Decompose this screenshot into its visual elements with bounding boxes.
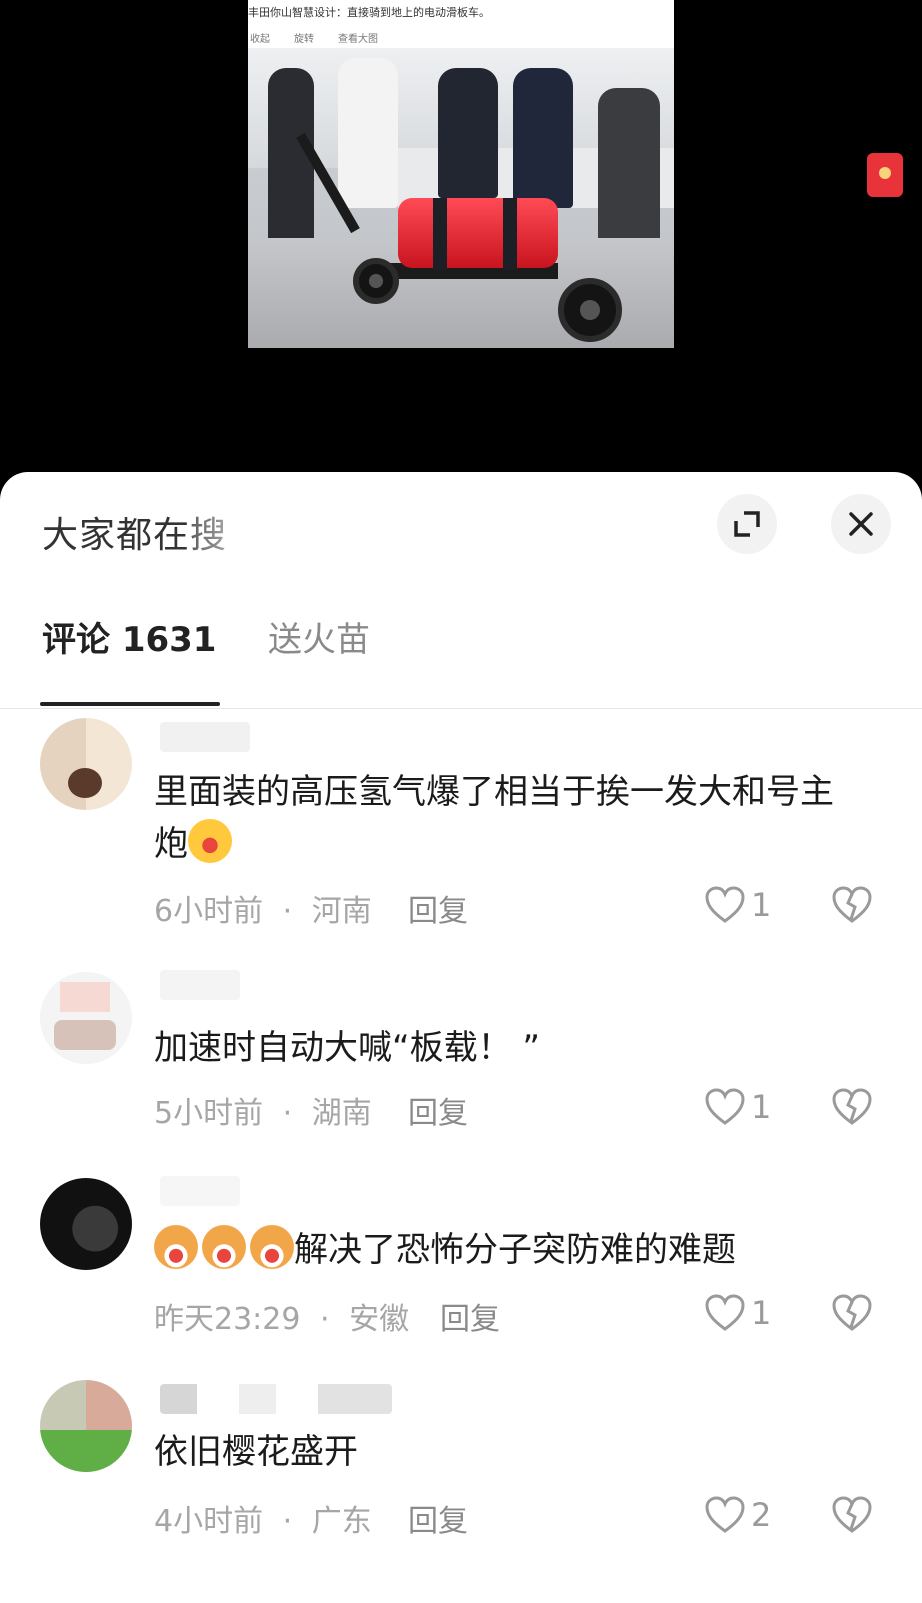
dislike-button[interactable] xyxy=(832,886,872,928)
comment-body: 里面装的高压氢气爆了相当于挨一发大和号主炮 xyxy=(154,772,834,864)
meta-separator: · xyxy=(282,1096,293,1131)
dislike-button[interactable] xyxy=(832,1496,872,1538)
comment-meta: 5小时前 · 湖南 回复 xyxy=(154,1088,468,1132)
comment-sheet: 大家都在搜 评论 1631 送火苗 里面装的高压氢气爆了相当于挨一发大和号主炮 … xyxy=(0,472,922,1603)
heart-icon xyxy=(705,1496,745,1533)
shiba-emoji-icon xyxy=(250,1225,294,1269)
post-caption: 丰田你山智慧设计：直接骑到地上的电动滑板车。 xyxy=(248,6,490,19)
like-button[interactable]: 1 xyxy=(705,1088,771,1126)
comment-time: 6小时前 xyxy=(154,894,264,929)
meta-separator: · xyxy=(282,1504,293,1539)
username-blurred[interactable] xyxy=(160,1384,392,1414)
comment-body: 加速时自动大喊“板载！ ” xyxy=(154,1028,541,1068)
view-large-action[interactable]: 查看大图 xyxy=(338,30,378,45)
avatar[interactable] xyxy=(40,1380,132,1472)
comment-time: 4小时前 xyxy=(154,1504,264,1539)
comment-meta: 4小时前 · 广东 回复 xyxy=(154,1496,468,1540)
comment-meta: 昨天23:29 · 安徽 回复 xyxy=(154,1294,500,1338)
title-fade-overlay xyxy=(190,492,380,562)
comment-time: 5小时前 xyxy=(154,1096,264,1131)
like-button[interactable]: 1 xyxy=(705,1294,771,1332)
comment-location: 安徽 xyxy=(349,1302,410,1337)
heart-icon xyxy=(705,1088,745,1125)
comment-location: 湖南 xyxy=(311,1096,372,1131)
close-icon xyxy=(849,512,873,536)
like-button[interactable]: 2 xyxy=(705,1496,771,1534)
like-count: 1 xyxy=(751,1294,772,1332)
red-packet-icon[interactable] xyxy=(867,153,903,197)
comment-meta: 6小时前 · 河南 回复 xyxy=(154,886,468,930)
tab-comments[interactable]: 评论 1631 xyxy=(42,612,216,661)
like-count: 1 xyxy=(751,1088,772,1126)
post-actions: 收起 旋转 查看大图 xyxy=(250,30,378,45)
meta-separator: · xyxy=(282,894,293,929)
rotate-action[interactable]: 旋转 xyxy=(294,30,314,45)
expand-button[interactable] xyxy=(717,494,777,554)
reply-button[interactable]: 回复 xyxy=(440,1294,500,1338)
scooter-strap xyxy=(503,198,517,270)
avatar[interactable] xyxy=(40,1178,132,1270)
post-screenshot[interactable]: 丰田你山智慧设计：直接骑到地上的电动滑板车。 收起 旋转 查看大图 xyxy=(248,0,674,348)
dislike-button[interactable] xyxy=(832,1294,872,1336)
tabs-divider xyxy=(0,708,922,709)
reply-button[interactable]: 回复 xyxy=(408,886,468,930)
comment-text: 加速时自动大喊“板载！ ” xyxy=(154,1022,854,1074)
avatar[interactable] xyxy=(40,972,132,1064)
media-area: 丰田你山智慧设计：直接骑到地上的电动滑板车。 收起 旋转 查看大图 xyxy=(0,0,922,482)
scooter-front-wheel xyxy=(353,258,399,304)
avatar-detail xyxy=(40,1430,132,1472)
comment-body: 解决了恐怖分子突防难的难题 xyxy=(294,1230,736,1270)
comment-location: 河南 xyxy=(311,894,372,929)
scooter-photo[interactable] xyxy=(248,48,674,348)
broken-heart-icon xyxy=(832,1496,872,1533)
broken-heart-icon xyxy=(832,1088,872,1125)
dislike-button[interactable] xyxy=(832,1088,872,1130)
broken-heart-icon xyxy=(832,1294,872,1331)
scooter-red-case xyxy=(398,198,558,268)
scooter-rear-wheel xyxy=(558,278,622,342)
avatar-detail xyxy=(60,982,110,1012)
scooter-strap xyxy=(433,198,447,270)
avatar[interactable] xyxy=(40,718,132,810)
avatar-detail xyxy=(54,1020,116,1050)
username-blurred[interactable] xyxy=(160,722,250,752)
photo-person xyxy=(438,68,498,198)
comment-tabs: 评论 1631 送火苗 xyxy=(0,612,922,708)
like-button[interactable]: 1 xyxy=(705,886,771,924)
shiba-emoji-icon xyxy=(154,1225,198,1269)
tab-send-fire[interactable]: 送火苗 xyxy=(268,612,370,661)
comment-time: 昨天23:29 xyxy=(154,1302,301,1337)
laughing-crying-emoji-icon xyxy=(188,819,232,863)
meta-separator: · xyxy=(320,1302,330,1337)
active-tab-indicator xyxy=(40,702,220,706)
shiba-emoji-icon xyxy=(202,1225,246,1269)
like-count: 1 xyxy=(751,886,772,924)
collapse-action[interactable]: 收起 xyxy=(250,30,270,45)
broken-heart-icon xyxy=(832,886,872,923)
reply-button[interactable]: 回复 xyxy=(408,1088,468,1132)
comment-text: 里面装的高压氢气爆了相当于挨一发大和号主炮 xyxy=(154,766,854,870)
username-blurred[interactable] xyxy=(160,1176,240,1206)
reply-button[interactable]: 回复 xyxy=(408,1496,468,1540)
photo-person xyxy=(513,68,573,208)
heart-icon xyxy=(705,1294,745,1331)
avatar-detail xyxy=(68,768,102,798)
heart-icon xyxy=(705,886,745,923)
comment-location: 广东 xyxy=(311,1504,372,1539)
username-blurred[interactable] xyxy=(160,970,240,1000)
like-count: 2 xyxy=(751,1496,772,1534)
photo-person xyxy=(338,58,398,208)
expand-icon xyxy=(734,511,760,537)
comment-text: 依旧樱花盛开 xyxy=(154,1426,854,1478)
comment-text: 解决了恐怖分子突防难的难题 xyxy=(154,1224,854,1276)
close-button[interactable] xyxy=(831,494,891,554)
comment-body: 依旧樱花盛开 xyxy=(154,1432,358,1472)
